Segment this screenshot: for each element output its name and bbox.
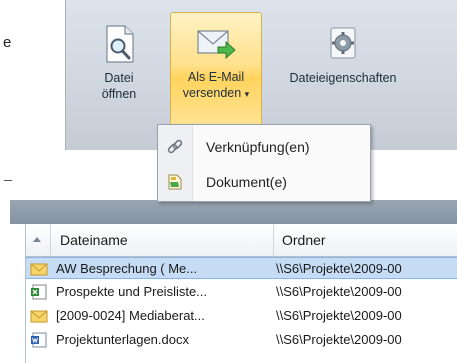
row-filename: AW Besprechung ( Me... <box>56 261 198 276</box>
link-icon <box>167 139 183 154</box>
row-folder: \\S6\Projekte\2009-00 <box>276 308 402 323</box>
document-icon <box>168 174 182 190</box>
send-as-email-label-line2: versenden ▾ <box>182 86 250 100</box>
email-icon <box>30 263 48 276</box>
group-header-band <box>10 200 457 224</box>
email-send-icon <box>197 30 236 60</box>
table-row[interactable]: [2009-0024] Mediaberat... \\S6\Projekte\… <box>26 305 457 327</box>
send-as-email-label-line1: Als E-Mail <box>187 70 245 84</box>
table-row[interactable]: AW Besprechung ( Me... \\S6\Projekte\200… <box>26 257 457 279</box>
file-list-grid: Dateiname Ordner AW Besprechung ( Me... … <box>25 224 457 363</box>
file-search-icon <box>106 25 134 63</box>
grid-header: Dateiname Ordner <box>26 224 457 257</box>
file-properties-label: Dateieigenschaften <box>289 71 397 85</box>
chevron-down-icon: ▾ <box>244 89 250 99</box>
open-file-label-line2: öffnen <box>101 87 137 101</box>
sort-ascending-icon <box>33 237 41 242</box>
sort-column-header[interactable] <box>26 224 51 256</box>
menu-item-links[interactable]: Verknüpfung(en) <box>158 134 370 160</box>
send-as-email-button[interactable]: Als E-Mail versenden ▾ <box>170 12 262 132</box>
menu-item-documents[interactable]: Dokument(e) <box>158 169 370 195</box>
word-document-icon <box>31 332 47 348</box>
cut-off-line-fragment <box>4 180 12 181</box>
column-header-folder[interactable]: Ordner <box>273 224 457 256</box>
row-filename: Projektunterlagen.docx <box>56 332 189 347</box>
row-folder: \\S6\Projekte\2009-00 <box>276 332 402 347</box>
row-folder: \\S6\Projekte\2009-00 <box>276 261 402 276</box>
gear-icon <box>330 27 356 59</box>
row-folder: \\S6\Projekte\2009-00 <box>276 284 402 299</box>
open-file-button[interactable]: Datei öffnen <box>94 18 144 130</box>
send-as-email-dropdown-menu: Verknüpfung(en) Dokument(e) <box>157 124 371 202</box>
cut-off-text-fragment: e <box>3 34 12 51</box>
row-filename: [2009-0024] Mediaberat... <box>56 308 205 323</box>
row-filename: Prospekte und Preisliste... <box>56 284 208 299</box>
email-icon <box>30 310 48 323</box>
menu-item-links-label: Verknüpfung(en) <box>206 139 310 155</box>
table-row[interactable]: Prospekte und Preisliste... \\S6\Projekt… <box>26 281 457 303</box>
table-row[interactable]: Projektunterlagen.docx \\S6\Projekte\200… <box>26 329 457 351</box>
spreadsheet-icon <box>31 284 47 300</box>
column-header-filename[interactable]: Dateiname <box>60 232 128 248</box>
menu-item-documents-label: Dokument(e) <box>206 174 287 190</box>
open-file-label-line1: Datei <box>104 71 134 85</box>
file-properties-button[interactable]: Dateieigenschaften <box>268 18 418 130</box>
